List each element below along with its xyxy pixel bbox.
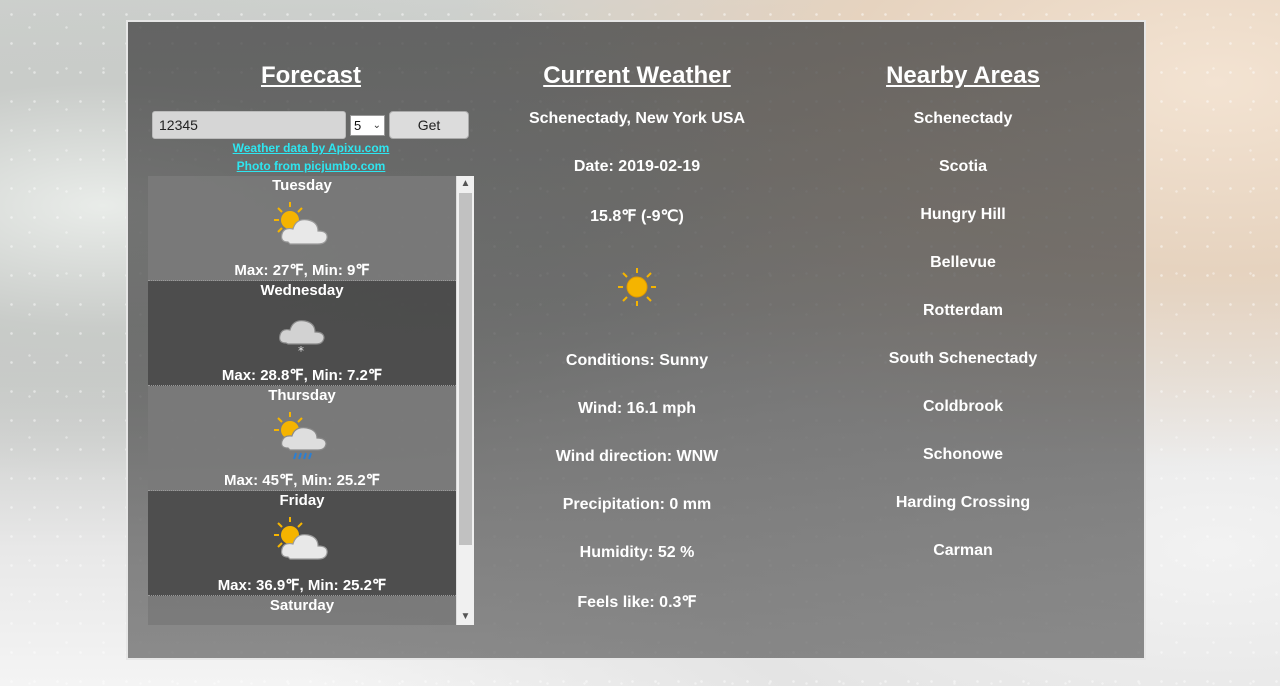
current-feels-like: Feels like: 0.3℉ [577,594,697,611]
current-conditions: Conditions: Sunny [565,352,709,369]
current-wind: Wind: 16.1 mph [577,400,697,417]
photo-credit-link[interactable]: Photo from picjumbo.com [152,159,470,173]
day-temperature: Max: 28.8℉, Min: 7.2℉ [221,367,383,384]
day-name: Thursday [268,387,336,404]
current-weather-title: Current Weather [543,62,731,89]
forecast-day: Tuesday Max: 27℉, Min: 9℉ [148,176,456,281]
forecast-day: Friday Max: 36.9℉, Min: 25.2℉ [148,491,456,596]
sun-icon [618,268,656,306]
day-name: Friday [279,492,325,509]
nearby-area-item[interactable]: South Schenectady [820,350,1106,368]
nearby-area-item[interactable]: Hungry Hill [820,206,1106,224]
days-select[interactable]: 5 ⌄ [350,115,385,136]
nearby-area-item[interactable]: Schenectady [820,110,1106,128]
current-humidity: Humidity: 52 % [579,544,695,561]
svg-text:*: * [298,344,304,357]
days-select-value: 5 [354,118,362,133]
current-location: Schenectady, New York USA [528,110,746,127]
day-temperature: Max: 27℉, Min: 9℉ [234,262,370,279]
chevron-down-icon: ⌄ [372,120,381,131]
day-name: Saturday [269,597,335,614]
forecast-day: Wednesday * Max: 28.8℉, Min: 7.2℉ [148,281,456,386]
nearby-area-item[interactable]: Scotia [820,158,1106,176]
forecast-scrollbar[interactable]: ▲ ▼ [456,176,474,625]
sun-rain-cloud-icon [274,412,327,460]
forecast-title: Forecast [260,62,362,89]
partly-cloudy-icon [274,517,328,560]
day-name: Tuesday [272,177,332,194]
nearby-areas-title: Nearby Areas [886,62,1040,89]
snow-cloud-icon: * [279,320,325,357]
get-button[interactable]: Get [389,111,469,139]
forecast-day: Thursday Max: 45℉, Min: 25.2℉ [148,386,456,491]
scroll-thumb[interactable] [459,193,472,545]
nearby-area-item[interactable]: Carman [820,542,1106,560]
current-date: Date: 2019-02-19 [573,158,701,175]
partly-cloudy-icon [274,202,328,245]
nearby-area-item[interactable]: Coldbrook [820,398,1106,416]
day-name: Wednesday [260,282,344,299]
current-wind-direction: Wind direction: WNW [555,448,719,465]
nearby-area-item[interactable]: Schonowe [820,446,1106,464]
day-temperature: Max: 45℉, Min: 25.2℉ [223,472,381,489]
forecast-day: Saturday [148,596,456,625]
nearby-area-item[interactable]: Harding Crossing [820,494,1106,512]
nearby-area-item[interactable]: Bellevue [820,254,1106,272]
day-temperature: Max: 36.9℉, Min: 25.2℉ [217,577,387,594]
weather-credit-link[interactable]: Weather data by Apixu.com [152,141,470,155]
scroll-down-icon[interactable]: ▼ [457,609,474,625]
nearby-area-item[interactable]: Rotterdam [820,302,1106,320]
scroll-up-icon[interactable]: ▲ [457,176,474,192]
current-precipitation: Precipitation: 0 mm [562,496,712,513]
forecast-list[interactable]: Tuesday Max: 27℉, Min: 9℉ Wednesday * Ma… [148,176,474,625]
zip-code-input[interactable] [152,111,346,139]
current-temperature: 15.8℉ (-9℃) [590,208,684,225]
